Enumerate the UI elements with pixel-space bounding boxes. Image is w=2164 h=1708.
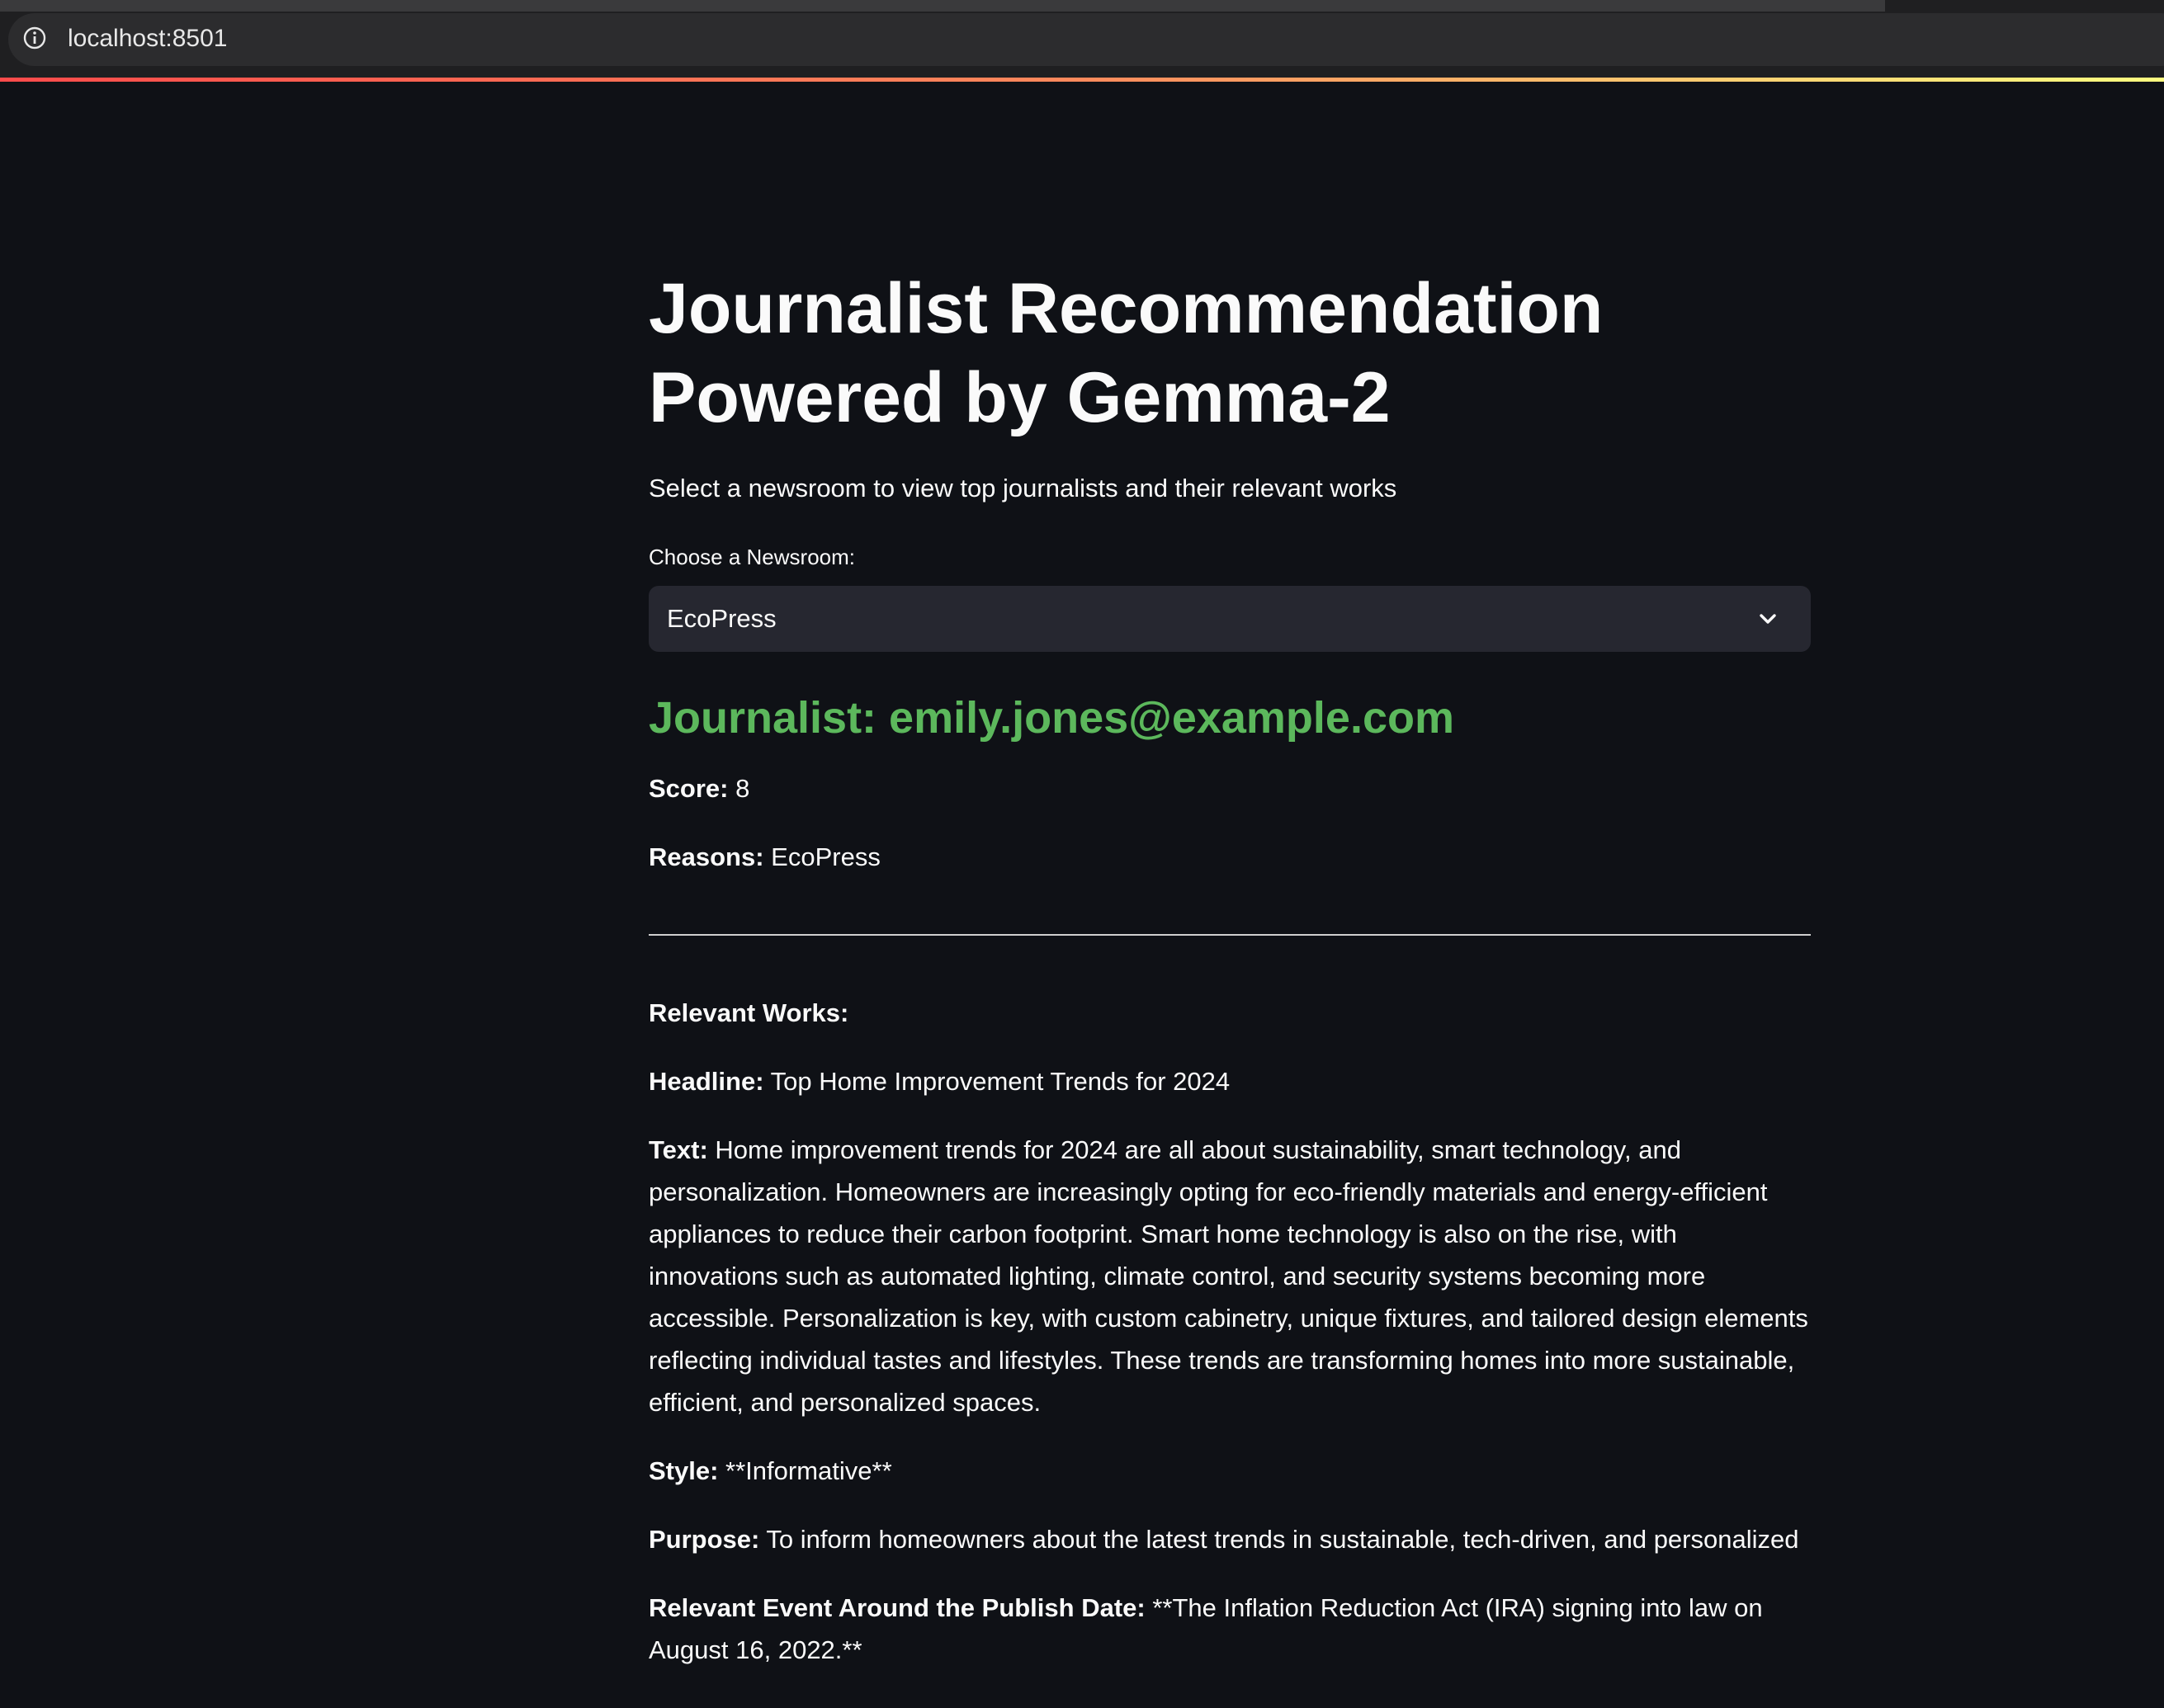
reasons-value: EcoPress bbox=[771, 842, 881, 871]
style-row: Style: **Informative** bbox=[649, 1450, 1811, 1492]
article-text-label: Text: bbox=[649, 1135, 708, 1164]
headline-value: Top Home Improvement Trends for 2024 bbox=[770, 1067, 1231, 1096]
newsroom-select-label: Choose a Newsroom: bbox=[649, 545, 855, 569]
reasons-row: Reasons: EcoPress bbox=[649, 836, 1811, 878]
divider bbox=[649, 934, 1811, 936]
purpose-value: To inform homeowners about the latest tr… bbox=[766, 1525, 1799, 1554]
article-text-row: Text: Home improvement trends for 2024 a… bbox=[649, 1129, 1811, 1423]
headline-label: Headline: bbox=[649, 1067, 764, 1096]
newsroom-select-value[interactable]: EcoPress bbox=[667, 602, 777, 635]
page-subtitle: Select a newsroom to view top journalist… bbox=[649, 474, 1397, 502]
style-value: **Informative** bbox=[725, 1456, 892, 1485]
app-decoration-bar bbox=[0, 78, 2164, 82]
purpose-label: Purpose: bbox=[649, 1525, 760, 1554]
relevant-event-label: Relevant Event Around the Publish Date: bbox=[649, 1593, 1146, 1622]
article-text-value: Home improvement trends for 2024 are all… bbox=[649, 1135, 1808, 1417]
score-value: 8 bbox=[735, 774, 750, 803]
address-url[interactable]: localhost:8501 bbox=[68, 23, 227, 54]
info-icon[interactable] bbox=[21, 25, 48, 51]
score-label: Score: bbox=[649, 774, 729, 803]
purpose-row: Purpose: To inform homeowners about the … bbox=[649, 1518, 1811, 1560]
relevant-works-label: Relevant Works: bbox=[649, 998, 849, 1027]
relevant-event-row: Relevant Event Around the Publish Date: … bbox=[649, 1587, 1811, 1671]
chevron-down-icon[interactable] bbox=[1756, 607, 1779, 630]
address-bar[interactable] bbox=[8, 13, 2164, 66]
reasons-label: Reasons: bbox=[649, 842, 764, 871]
page-title: Journalist Recommendation Powered by Gem… bbox=[649, 269, 1604, 437]
style-label: Style: bbox=[649, 1456, 719, 1485]
browser-toolbar: localhost:8501 bbox=[0, 0, 2164, 78]
journalist-heading: Journalist: emily.jones@example.com bbox=[649, 693, 1454, 743]
main-content: Journalist Recommendation Powered by Gem… bbox=[649, 264, 1811, 1671]
score-row: Score: 8 bbox=[649, 767, 1811, 809]
headline-row: Headline: Top Home Improvement Trends fo… bbox=[649, 1060, 1811, 1102]
newsroom-select[interactable]: EcoPress bbox=[649, 586, 1811, 652]
browser-tab-strip bbox=[0, 0, 1885, 12]
